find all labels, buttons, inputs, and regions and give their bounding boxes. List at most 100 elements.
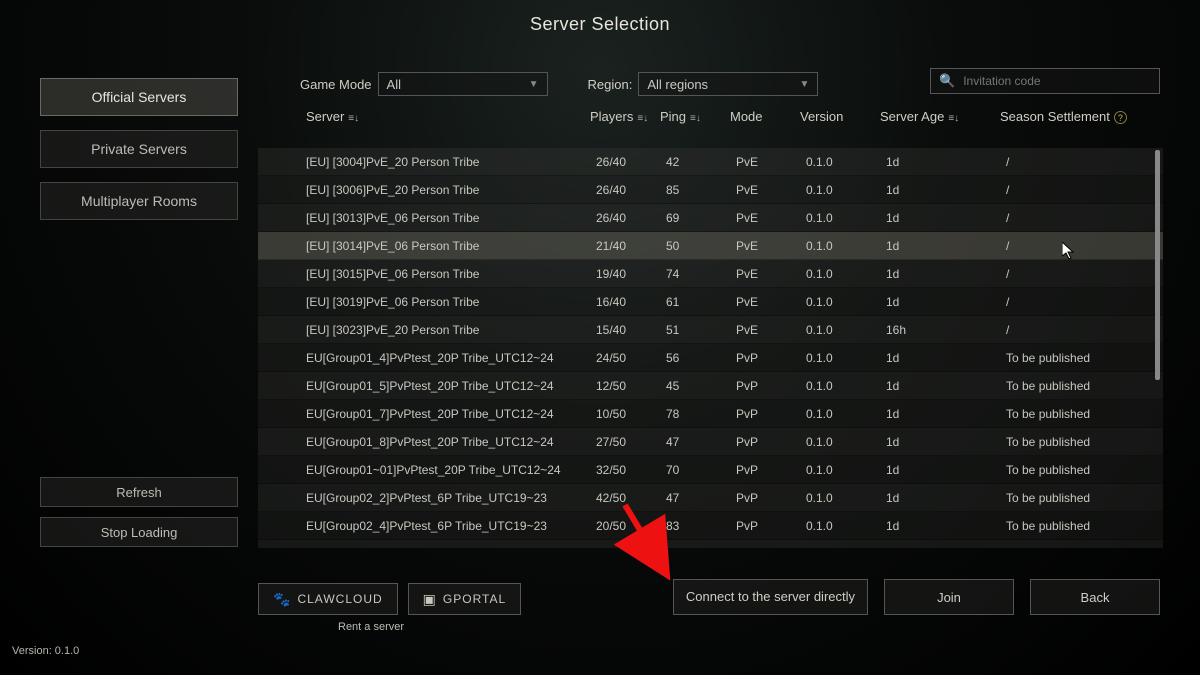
help-icon[interactable]: ? — [1114, 111, 1127, 124]
age-value: 1d — [886, 379, 1006, 393]
sidebar-tab-0[interactable]: Official Servers — [40, 78, 238, 116]
age-value: 1d — [886, 239, 1006, 253]
server-name: [EU] [3023]PvE_20 Person Tribe — [306, 323, 596, 337]
players-count: 26/40 — [596, 183, 666, 197]
region-select[interactable]: All regions ▼ — [638, 72, 818, 96]
server-row[interactable]: EU[Group02_5]PvPtest_6P Tribe_UTC19~2326… — [258, 540, 1163, 548]
players-count: 26/40 — [596, 211, 666, 225]
version-value: 0.1.0 — [806, 379, 886, 393]
server-name: [EU] [3014]PvE_06 Person Tribe — [306, 239, 596, 253]
invitation-code-input[interactable] — [963, 74, 1151, 88]
server-row[interactable]: EU[Group01_5]PvPtest_20P Tribe_UTC12~241… — [258, 372, 1163, 400]
clawcloud-button[interactable]: 🐾 CLAWCLOUD — [258, 583, 398, 615]
version-value: 0.1.0 — [806, 435, 886, 449]
monitor-icon: ▣ — [423, 591, 437, 608]
ping-value: 66 — [666, 547, 736, 549]
players-count: 16/40 — [596, 295, 666, 309]
server-row[interactable]: [EU] [3013]PvE_06 Person Tribe26/4069PvE… — [258, 204, 1163, 232]
join-button[interactable]: Join — [884, 579, 1014, 615]
header-ping[interactable]: Ping≡↓ — [660, 109, 730, 124]
scrollbar[interactable] — [1155, 150, 1160, 380]
players-count: 19/40 — [596, 267, 666, 281]
region-label: Region: — [588, 77, 633, 92]
server-name: EU[Group02_2]PvPtest_6P Tribe_UTC19~23 — [306, 491, 596, 505]
server-row[interactable]: [EU] [3006]PvE_20 Person Tribe26/4085PvE… — [258, 176, 1163, 204]
game-mode-select[interactable]: All ▼ — [378, 72, 548, 96]
season-value: / — [1006, 295, 1156, 309]
ping-value: 56 — [666, 351, 736, 365]
season-value: / — [1006, 155, 1156, 169]
age-value: 1d — [886, 407, 1006, 421]
mode-value: PvP — [736, 491, 806, 505]
refresh-button[interactable]: Refresh — [40, 477, 238, 507]
connect-direct-button[interactable]: Connect to the server directly — [673, 579, 868, 615]
mode-value: PvE — [736, 183, 806, 197]
sidebar-actions: Refresh Stop Loading — [40, 477, 238, 557]
server-name: EU[Group01_8]PvPtest_20P Tribe_UTC12~24 — [306, 435, 596, 449]
server-row[interactable]: [EU] [3019]PvE_06 Person Tribe16/4061PvE… — [258, 288, 1163, 316]
sort-icon: ≡↓ — [948, 113, 959, 124]
rent-server-link[interactable]: Rent a server — [338, 621, 404, 633]
header-season[interactable]: Season Settlement? — [1000, 109, 1150, 124]
ping-value: 45 — [666, 379, 736, 393]
age-value: 1d — [886, 183, 1006, 197]
page-title: Server Selection — [0, 0, 1200, 35]
ping-value: 70 — [666, 463, 736, 477]
sidebar-tab-1[interactable]: Private Servers — [40, 130, 238, 168]
season-value: To be published — [1006, 491, 1156, 505]
server-row[interactable]: [EU] [3023]PvE_20 Person Tribe15/4051PvE… — [258, 316, 1163, 344]
server-row[interactable]: EU[Group02_4]PvPtest_6P Tribe_UTC19~2320… — [258, 512, 1163, 540]
ping-value: 69 — [666, 211, 736, 225]
ping-value: 61 — [666, 295, 736, 309]
season-value: / — [1006, 267, 1156, 281]
version-value: 0.1.0 — [806, 295, 886, 309]
age-value: 1d — [886, 435, 1006, 449]
gportal-button[interactable]: ▣ GPORTAL — [408, 583, 521, 615]
header-age[interactable]: Server Age≡↓ — [880, 109, 1000, 124]
invitation-code-field[interactable]: 🔍 — [930, 68, 1160, 94]
age-value: 1d — [886, 547, 1006, 549]
server-row[interactable]: EU[Group01~01]PvPtest_20P Tribe_UTC12~24… — [258, 456, 1163, 484]
mode-value: PvE — [736, 267, 806, 281]
sort-icon: ≡↓ — [690, 113, 701, 124]
header-mode[interactable]: Mode — [730, 109, 800, 124]
server-name: [EU] [3015]PvE_06 Person Tribe — [306, 267, 596, 281]
sidebar: Official Servers Private Servers Multiplay… — [40, 78, 238, 234]
server-row[interactable]: EU[Group01_7]PvPtest_20P Tribe_UTC12~24 1… — [258, 400, 1163, 428]
server-row[interactable]: EU[Group01_4]PvPtest_20P Tribe_UTC12~242… — [258, 344, 1163, 372]
server-name: EU[Group01_7]PvPtest_20P Tribe_UTC12~24 — [306, 407, 596, 421]
ping-value: 50 — [666, 239, 736, 253]
game-mode-label: Game Mode — [300, 77, 372, 92]
season-value: To be published — [1006, 463, 1156, 477]
players-count: 15/40 — [596, 323, 666, 337]
server-row[interactable]: [EU] [3004]PvE_20 Person Tribe26/4042PvE… — [258, 148, 1163, 176]
header-players[interactable]: Players≡↓ — [590, 109, 660, 124]
mode-value: PvP — [736, 379, 806, 393]
server-row[interactable]: [EU] [3015]PvE_06 Person Tribe19/4074PvE… — [258, 260, 1163, 288]
players-count: 26/40 — [596, 155, 666, 169]
season-value: To be published — [1006, 379, 1156, 393]
server-name: EU[Group01_4]PvPtest_20P Tribe_UTC12~24 — [306, 351, 596, 365]
season-value: To be published — [1006, 519, 1156, 533]
server-name: EU[Group01~01]PvPtest_20P Tribe_UTC12~24 — [306, 463, 596, 477]
server-row[interactable]: EU[Group02_2]PvPtest_6P Tribe_UTC19~2342… — [258, 484, 1163, 512]
mode-value: PvP — [736, 407, 806, 421]
header-server[interactable]: Server≡↓ — [300, 109, 590, 124]
header-version[interactable]: Version — [800, 109, 880, 124]
mode-value: PvE — [736, 155, 806, 169]
stop-loading-button[interactable]: Stop Loading — [40, 517, 238, 547]
server-row[interactable]: [EU] [3014]PvE_06 Person Tribe21/4050PvE… — [258, 232, 1163, 260]
sidebar-tab-2[interactable]: Multiplayer Rooms — [40, 182, 238, 220]
version-value: 0.1.0 — [806, 239, 886, 253]
players-count: 26/5 — [596, 547, 666, 549]
back-button[interactable]: Back — [1030, 579, 1160, 615]
paw-icon: 🐾 — [273, 591, 291, 608]
ping-value: 74 — [666, 267, 736, 281]
ping-value: 83 — [666, 519, 736, 533]
season-value: / — [1006, 239, 1156, 253]
search-icon: 🔍 — [939, 73, 955, 89]
sort-icon: ≡↓ — [637, 113, 648, 124]
players-count: 32/50 — [596, 463, 666, 477]
players-count: 42/50 — [596, 491, 666, 505]
server-row[interactable]: EU[Group01_8]PvPtest_20P Tribe_UTC12~242… — [258, 428, 1163, 456]
